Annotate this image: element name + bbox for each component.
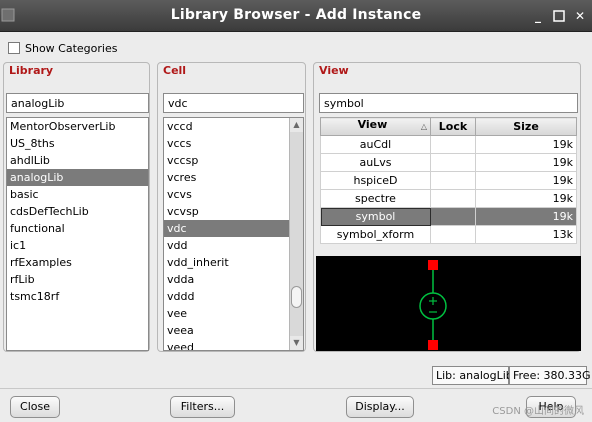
library-list-item[interactable]: analogLib	[7, 169, 148, 186]
library-list-item[interactable]: US_8ths	[7, 135, 148, 152]
cell-list-item[interactable]: vdc	[164, 220, 289, 237]
library-filter-input[interactable]: analogLib	[6, 93, 149, 113]
cell-list-item[interactable]: vcvsp	[164, 203, 289, 220]
view-filter-input[interactable]: symbol	[319, 93, 578, 113]
dc-voltage-source-icon	[419, 260, 447, 350]
scroll-thumb[interactable]	[291, 286, 302, 308]
view-table-row[interactable]: symbol_xform 13k	[320, 225, 577, 244]
library-list-item[interactable]: rfExamples	[7, 254, 148, 271]
view-cell-size: 19k	[475, 207, 577, 226]
close-button[interactable]: Close	[10, 396, 60, 418]
library-list-item[interactable]: rfLib	[7, 271, 148, 288]
view-cell-size: 19k	[475, 171, 577, 190]
view-cell-size: 19k	[475, 189, 577, 208]
window-title: Library Browser - Add Instance	[170, 7, 422, 23]
maximize-icon[interactable]	[551, 8, 567, 24]
library-list-item[interactable]: MentorObserverLib	[7, 118, 148, 135]
cell-list-item[interactable]: vdd_inherit	[164, 254, 289, 271]
view-group-label: View	[319, 64, 349, 77]
view-table-row[interactable]: auCdl 19k	[320, 135, 577, 154]
cell-list-scrollbar[interactable]: ▲ ▼	[289, 118, 303, 350]
cell-list-item[interactable]: vcvs	[164, 186, 289, 203]
view-cell-view: symbol	[320, 207, 431, 226]
cell-list-item[interactable]: vccs	[164, 135, 289, 152]
view-cell-lock	[430, 189, 476, 208]
library-list-item[interactable]: ic1	[7, 237, 148, 254]
size-column-header[interactable]: Size	[475, 117, 577, 136]
library-list-item[interactable]: cdsDefTechLib	[7, 203, 148, 220]
cell-list[interactable]: vccd vccs vccsp vcres vcvs vcvsp vdc vdd vdd_inh…	[163, 117, 304, 351]
cell-group-label: Cell	[163, 64, 187, 77]
view-cell-lock	[430, 171, 476, 190]
library-group: Library analogLib MentorObserverLib US_8t…	[3, 62, 150, 352]
status-free-space: Free: 380.33G	[509, 366, 591, 385]
cell-list-item[interactable]: vccsp	[164, 152, 289, 169]
cell-list-item[interactable]: vdd	[164, 237, 289, 254]
watermark: CSDN @山间的微风	[492, 406, 584, 417]
view-column-header[interactable]: View △	[320, 117, 431, 136]
cell-filter-input[interactable]: vdc	[163, 93, 304, 113]
close-window-icon[interactable]: ✕	[572, 8, 588, 24]
view-cell-size: 19k	[475, 135, 577, 154]
status-library: Lib: analogLib	[432, 366, 513, 385]
view-cell-view: symbol_xform	[320, 225, 431, 244]
lock-column-header[interactable]: Lock	[430, 117, 476, 136]
view-table-row[interactable]: spectre 19k	[320, 189, 577, 208]
library-list-item[interactable]: functional	[7, 220, 148, 237]
cell-list-item[interactable]: vcres	[164, 169, 289, 186]
view-cell-lock	[430, 225, 476, 244]
view-table-row[interactable]: auLvs 19k	[320, 153, 577, 172]
view-cell-lock	[430, 207, 476, 226]
title-bar[interactable]: Library Browser - Add Instance _ ✕	[0, 0, 592, 32]
display-button[interactable]: Display...	[346, 396, 414, 418]
cell-list-item[interactable]: veea	[164, 322, 289, 339]
library-list-item[interactable]: tsmc18rf	[7, 288, 148, 305]
view-cell-size: 13k	[475, 225, 577, 244]
scroll-up-icon[interactable]: ▲	[290, 118, 303, 132]
library-list-item[interactable]: basic	[7, 186, 148, 203]
cell-list-item[interactable]: vddd	[164, 288, 289, 305]
view-cell-view: auLvs	[320, 153, 431, 172]
view-table-row[interactable]: hspiceD 19k	[320, 171, 577, 190]
view-cell-view: hspiceD	[320, 171, 431, 190]
cell-group: Cell vdc vccd vccs vccsp vcres vcvs vcvsp vdc v…	[157, 62, 306, 352]
cell-list-item[interactable]: vee	[164, 305, 289, 322]
view-cell-lock	[430, 135, 476, 154]
view-cell-lock	[430, 153, 476, 172]
cell-list-item[interactable]: vdda	[164, 271, 289, 288]
minimize-icon[interactable]: _	[530, 8, 546, 24]
show-categories-label: Show Categories	[25, 41, 118, 55]
symbol-preview	[316, 256, 581, 351]
dialog-body: Show Categories Library analogLib Mentor…	[0, 32, 592, 422]
view-cell-size: 19k	[475, 153, 577, 172]
show-categories-row[interactable]: Show Categories	[8, 40, 117, 56]
view-cell-view: spectre	[320, 189, 431, 208]
library-list-item[interactable]: ahdlLib	[7, 152, 148, 169]
view-cell-view: auCdl	[320, 135, 431, 154]
filters-button[interactable]: Filters...	[170, 396, 235, 418]
view-group: View symbol View △ Lock Size auCdl 19k auL…	[313, 62, 581, 352]
view-table-row[interactable]: symbol 19k	[320, 207, 577, 226]
cell-list-item[interactable]: veed	[164, 339, 289, 350]
bottom-divider	[0, 388, 592, 389]
scroll-down-icon[interactable]: ▼	[290, 336, 303, 350]
sort-ascending-icon[interactable]: △	[421, 118, 427, 135]
library-list[interactable]: MentorObserverLib US_8ths ahdlLib analogLib…	[6, 117, 149, 351]
view-table[interactable]: View △ Lock Size auCdl 19k auLvs 19k hspiceD…	[320, 117, 577, 244]
show-categories-checkbox[interactable]	[8, 42, 20, 54]
cell-list-item[interactable]: vccd	[164, 118, 289, 135]
library-group-label: Library	[9, 64, 54, 77]
